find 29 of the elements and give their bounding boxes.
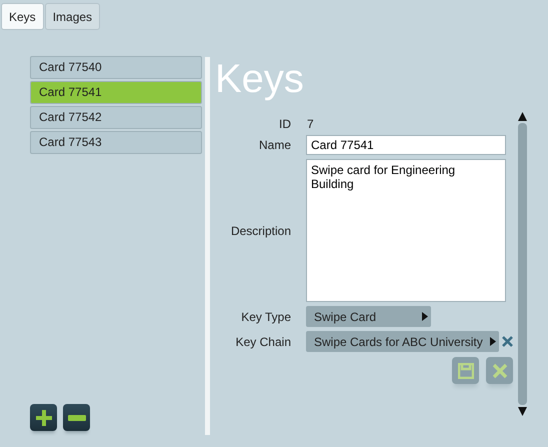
- key-list-item[interactable]: Card 77541: [30, 81, 202, 104]
- field-label: ID: [278, 117, 291, 131]
- floppy-icon: [458, 362, 474, 378]
- plus-icon: [36, 410, 52, 426]
- tab[interactable]: Keys: [1, 3, 44, 30]
- scrollbar-thumb[interactable]: [518, 123, 526, 405]
- field-label: Name: [258, 138, 291, 152]
- key-chain-dropdown[interactable]: Swipe Cards for ABC University: [306, 331, 499, 352]
- caret-icon: [422, 312, 428, 321]
- name-field[interactable]: Card 77541: [306, 135, 506, 155]
- scroll-down-arrow[interactable]: [518, 407, 526, 416]
- page-heading: Keys: [215, 56, 305, 102]
- field-label: Key Type: [240, 310, 291, 324]
- caret-icon: [490, 337, 496, 346]
- key-list-item[interactable]: Card 77543: [30, 131, 202, 154]
- add-button[interactable]: [30, 404, 57, 431]
- key-list-item[interactable]: Card 77542: [30, 106, 202, 129]
- field-label: Key Chain: [234, 334, 291, 348]
- description-field[interactable]: Swipe card for Engineering Building: [306, 159, 506, 302]
- field-label: Description: [230, 224, 291, 238]
- remove-button[interactable]: [63, 404, 90, 431]
- id-value: 7: [306, 117, 315, 131]
- key-type-dropdown[interactable]: Swipe Card: [306, 306, 431, 327]
- close-icon: [492, 362, 508, 378]
- tab[interactable]: Images: [44, 3, 100, 30]
- scroll-up-arrow[interactable]: [518, 112, 526, 121]
- minus-icon: [68, 414, 86, 420]
- key-list-item[interactable]: Card 77540: [30, 56, 202, 79]
- clear-icon[interactable]: [502, 336, 513, 347]
